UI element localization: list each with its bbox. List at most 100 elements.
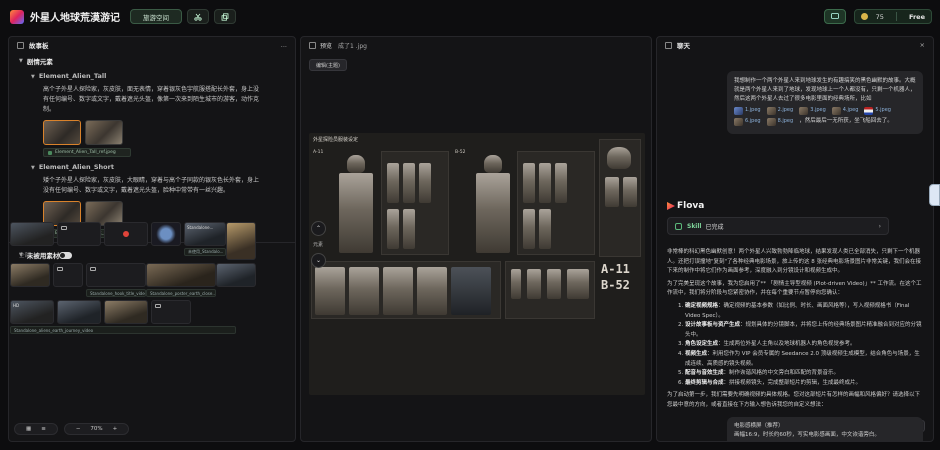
caret-down-icon: ▼ (31, 74, 35, 80)
reference-chip[interactable]: 6.jpeg (734, 117, 761, 126)
chat-panel: 聊天 × 我想制作一个两个外星人来到地球发生的有趣搞笑的黑色幽默的故事。大概就是… (656, 36, 934, 442)
media-tile-group: Standalone_hook_title_video (86, 263, 146, 297)
figure-small (419, 163, 431, 203)
reference-chip[interactable]: 8.jpeg (766, 117, 794, 126)
element-name[interactable]: ▼ Element_Alien_Short (9, 160, 295, 174)
reference-label: 8.jpeg (777, 118, 794, 124)
app-logo-icon (10, 9, 24, 24)
zoom-level: 70% (90, 426, 103, 432)
media-file-chip[interactable]: Standalone_aliens_earth_journey_video (10, 326, 236, 334)
edit-theme-button[interactable]: 编辑(主题) (309, 59, 347, 71)
panel-icon (665, 41, 672, 49)
media-tile[interactable] (10, 263, 50, 287)
media-tile[interactable] (57, 222, 101, 246)
skill-status-card[interactable]: Skill 已完成 › (667, 217, 889, 235)
option-card[interactable]: 电影感横屏（推荐） 画幅16:9，时长约60秒，写实电影感画面，中文诙谐旁白。 (727, 417, 923, 441)
reference-images: 1.jpeg 2.jpeg 3.jpeg 4.jpeg 5.jpeg 6.jpe… (734, 106, 916, 128)
media-tile[interactable] (10, 222, 54, 246)
media-row: Standalone... 未使用_Standalo... (10, 222, 282, 260)
chat-toggle-button[interactable] (823, 9, 846, 24)
project-title[interactable]: 外星人地球荒漠游记 (30, 9, 120, 24)
zoom-in-button[interactable]: + (113, 426, 118, 432)
code-block-a: A-11 (601, 262, 630, 276)
image-thumb-icon (799, 106, 809, 115)
media-tile[interactable] (104, 300, 148, 324)
unused-media-grid: Standalone... 未使用_Standalo... Standalone… (10, 222, 282, 334)
media-file-chip[interactable]: Standalone_hook_title_video (86, 289, 146, 297)
space-button[interactable]: 旅游空间 (130, 9, 182, 24)
figure-small (387, 209, 399, 249)
media-file-chip[interactable]: 未使用_Standalo... (184, 248, 226, 256)
side-drawer-handle[interactable] (929, 184, 940, 206)
media-tile[interactable] (216, 263, 256, 287)
workflow-step: 角色设定生成：生成两位外星人主角以及地球机器人的角色视觉参考。 (685, 340, 925, 350)
nav-down-button[interactable]: ⌄ (311, 253, 326, 268)
step-title: 设计故事板与资产生成 (685, 322, 741, 329)
element-description: 矮个子外星人探险家，灰皮肤，大眼睛，穿着与高个子同款的银灰色长外套，身上没有任何… (43, 177, 260, 194)
reference-chip[interactable]: 1.jpeg (734, 106, 761, 115)
video-icon (57, 267, 63, 271)
preview-panel: 预览 成了1 .jpg 编辑(主题) 外星探险员服装设定 A-11 B-52 A… (300, 36, 652, 442)
reference-chip[interactable]: 2.jpeg (766, 106, 793, 115)
view-mode-toggle[interactable]: ▦ ≡ (14, 423, 58, 435)
element-name[interactable]: ▼ Element_Alien_Tall (9, 69, 295, 83)
chevron-down-icon: ⌄ (315, 257, 322, 264)
media-tile[interactable] (226, 222, 256, 260)
image-thumb-icon (766, 106, 776, 115)
reference-chip[interactable]: 5.jpeg (864, 106, 891, 115)
element-thumbnail[interactable] (43, 120, 81, 145)
workflow-step: 视频生成：利用您作为 VIP 会员专属的 Seedance 2.0 顶级视频生成… (685, 350, 925, 369)
more-menu-button[interactable]: ... (281, 41, 287, 49)
preview-file-name: 成了1 .jpg (338, 42, 367, 50)
media-file-chip[interactable]: Standalone_poster_earth_close... (146, 289, 216, 297)
nav-up-button[interactable]: ⌃ (311, 221, 326, 236)
preview-title: 预览 (320, 42, 333, 50)
list-icon: ≡ (41, 426, 46, 432)
storyboard-title: 故事板 (29, 42, 49, 50)
reference-chip[interactable]: 3.jpeg (799, 106, 826, 115)
chat-icon (830, 13, 839, 19)
media-tile[interactable] (146, 263, 216, 287)
media-tile[interactable] (104, 222, 148, 246)
media-tile[interactable] (151, 222, 181, 246)
workflow-step: 最终剪辑与合成：拼接视频镜头，完成整部短片的剪辑，生成最终成片。 (685, 379, 925, 389)
step-title: 视频生成 (685, 350, 708, 357)
step-text: ：生成两位外星人主角以及地球机器人的角色视觉参考。 (718, 341, 856, 348)
skill-check-icon (675, 222, 682, 230)
media-tile[interactable]: Standalone... (184, 222, 226, 246)
close-panel-icon[interactable]: × (920, 41, 925, 49)
brand-name: Flova (677, 201, 705, 211)
workflow-steps: 确定视频规格：确定视频的基本参数（如比例、时长、画面风格等），写入视频规格书（F… (667, 302, 925, 388)
media-tile[interactable] (53, 263, 83, 287)
element-thumbnail[interactable] (85, 120, 123, 145)
scene-thumb (451, 267, 491, 315)
section-plot-elements[interactable]: ▼ 剧情元素 (9, 53, 295, 69)
figure-small (539, 209, 551, 249)
element-file-chip[interactable]: Element_Alien_Tall_ref.jpeg (43, 148, 131, 157)
caret-down-icon: ▼ (19, 58, 23, 64)
zoom-out-button[interactable]: − (76, 426, 81, 432)
credits-badge[interactable]: 75 Free (853, 9, 932, 24)
sheet-title: 外星探险员服装设定 (313, 137, 359, 143)
reference-label: 1.jpeg (745, 107, 761, 113)
workflow-step: 设计故事板与资产生成：规划具体的分镜脚本，并将您上传的经典场景图片精准融合到对应… (685, 321, 925, 340)
media-tile[interactable] (57, 300, 101, 324)
video-icon (90, 267, 96, 271)
answer-paragraph: 为了完美呈现这个故事，我为您启用了** 「剧情主导型视频 (Plot-drive… (667, 280, 922, 297)
figure-small (523, 209, 535, 249)
scissors-button[interactable] (187, 9, 209, 24)
image-thumb-icon (734, 117, 743, 126)
element-file-name: Element_Alien_Tall_ref.jpeg (55, 150, 116, 155)
scene-thumb (315, 267, 345, 315)
copy-button[interactable] (214, 9, 236, 24)
reference-chip[interactable]: 4.jpeg (831, 106, 858, 115)
element-label: 元素 (313, 242, 324, 248)
plan-label: Free (908, 12, 925, 21)
chat-header: 聊天 × (657, 37, 933, 53)
code-block-b: B-52 (601, 278, 630, 292)
media-tile[interactable]: HD (10, 300, 54, 324)
media-tile[interactable] (151, 300, 191, 324)
figure-small (403, 163, 415, 203)
panel-icon (17, 41, 24, 49)
media-tile[interactable] (86, 263, 146, 287)
